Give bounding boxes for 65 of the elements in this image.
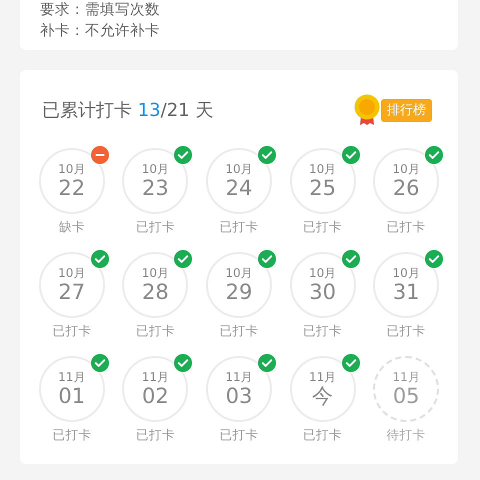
check-icon: [342, 250, 360, 268]
day-number: 29: [226, 280, 252, 304]
check-icon: [258, 354, 276, 372]
check-icon: [425, 146, 444, 164]
check-icon: [90, 250, 109, 268]
day-number: 30: [309, 280, 336, 304]
month-label: 11月: [58, 370, 86, 384]
leaderboard-button[interactable]: 排行榜: [381, 98, 432, 122]
status-label: 已打卡: [219, 323, 258, 339]
status-label: 已打卡: [386, 219, 426, 235]
month-label: 11月: [308, 370, 336, 384]
minus-icon: [90, 146, 109, 164]
status-label: 已打卡: [303, 219, 342, 235]
day-number: 03: [226, 384, 252, 408]
day-number: 31: [392, 280, 420, 304]
day-circle[interactable]: 11月 05: [373, 356, 440, 422]
day-number: 26: [392, 176, 420, 200]
status-label: 缺卡: [58, 219, 85, 235]
status-label: 已打卡: [52, 427, 92, 443]
check-icon: [174, 354, 192, 372]
month-label: 10月: [142, 266, 170, 280]
check-icon: [174, 250, 192, 268]
month-label: 10月: [142, 162, 170, 176]
check-icon: [90, 354, 109, 372]
month-label: 11月: [142, 370, 170, 384]
check-icon: [342, 354, 360, 372]
status-label: 已打卡: [219, 219, 258, 235]
status-label: 已打卡: [303, 427, 342, 443]
medal-icon[interactable]: [353, 94, 381, 126]
check-icon: [342, 146, 360, 164]
check-icon: [258, 250, 276, 268]
status-label: 已打卡: [136, 219, 175, 235]
status-label: 已打卡: [136, 323, 175, 339]
checkin-count: 已累计打卡 13/21 天: [42, 99, 214, 122]
day-number: 05: [392, 384, 420, 408]
status-label: 已打卡: [219, 427, 258, 443]
info-line: 补卡：不允许补卡: [40, 22, 161, 41]
status-label: 已打卡: [303, 323, 342, 339]
info-line: 要求：需填写次数: [40, 1, 161, 20]
day-number: 27: [58, 280, 86, 304]
month-label: 10月: [308, 266, 336, 280]
month-label: 11月: [392, 370, 420, 384]
day-number: 02: [142, 384, 169, 408]
status-label: 已打卡: [386, 323, 426, 339]
day-number: 28: [142, 280, 169, 304]
month-label: 10月: [308, 162, 336, 176]
day-number: 今: [312, 384, 334, 408]
month-label: 10月: [58, 162, 86, 176]
day-number: 01: [58, 384, 86, 408]
month-label: 11月: [225, 370, 253, 384]
check-icon: [174, 146, 192, 164]
check-icon: [425, 250, 444, 268]
month-label: 10月: [58, 266, 86, 280]
month-label: 10月: [392, 266, 420, 280]
status-label: 待打卡: [386, 427, 426, 443]
day-number: 24: [226, 176, 252, 200]
check-icon: [258, 146, 276, 164]
month-label: 10月: [225, 162, 253, 176]
month-label: 10月: [225, 266, 253, 280]
status-label: 已打卡: [136, 427, 175, 443]
day-number: 23: [142, 176, 169, 200]
status-label: 已打卡: [52, 323, 92, 339]
day-number: 25: [309, 176, 336, 200]
day-number: 22: [58, 176, 86, 200]
month-label: 10月: [392, 162, 420, 176]
